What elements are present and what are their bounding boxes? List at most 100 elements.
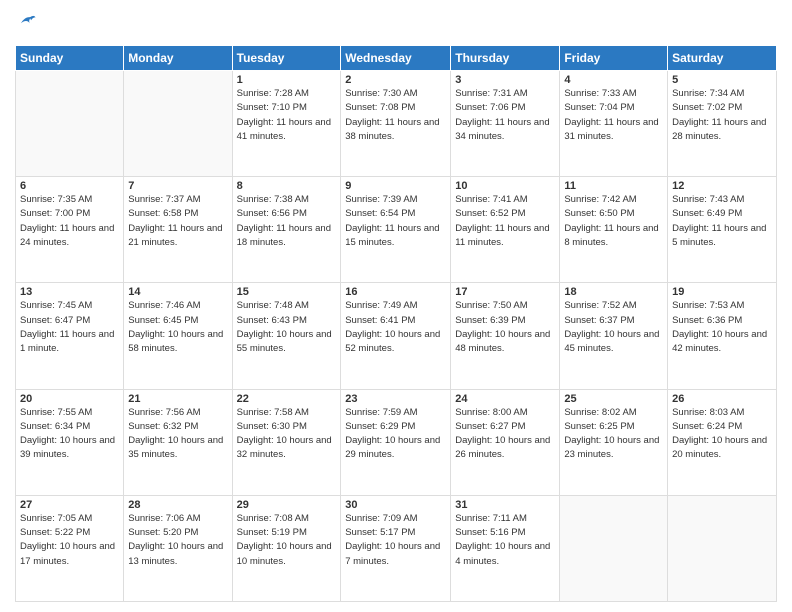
logo	[15, 10, 39, 37]
day-number: 15	[237, 286, 337, 298]
day-info: Sunrise: 7:11 AMSunset: 5:16 PMDaylight:…	[455, 512, 555, 569]
header-sunday: Sunday	[16, 46, 124, 71]
day-info: Sunrise: 7:39 AMSunset: 6:54 PMDaylight:…	[345, 193, 446, 250]
day-number: 25	[564, 393, 663, 405]
calendar-cell: 31Sunrise: 7:11 AMSunset: 5:16 PMDayligh…	[451, 495, 560, 601]
day-info: Sunrise: 7:30 AMSunset: 7:08 PMDaylight:…	[345, 87, 446, 144]
day-number: 18	[564, 286, 663, 298]
day-number: 11	[564, 180, 663, 192]
header-saturday: Saturday	[668, 46, 777, 71]
day-info: Sunrise: 7:34 AMSunset: 7:02 PMDaylight:…	[672, 87, 772, 144]
day-number: 20	[20, 393, 119, 405]
day-number: 9	[345, 180, 446, 192]
day-number: 23	[345, 393, 446, 405]
day-number: 19	[672, 286, 772, 298]
day-info: Sunrise: 7:42 AMSunset: 6:50 PMDaylight:…	[564, 193, 663, 250]
calendar-cell	[560, 495, 668, 601]
calendar-cell: 28Sunrise: 7:06 AMSunset: 5:20 PMDayligh…	[124, 495, 232, 601]
header-monday: Monday	[124, 46, 232, 71]
calendar-cell: 15Sunrise: 7:48 AMSunset: 6:43 PMDayligh…	[232, 283, 341, 389]
calendar-cell: 8Sunrise: 7:38 AMSunset: 6:56 PMDaylight…	[232, 177, 341, 283]
day-number: 2	[345, 74, 446, 86]
day-info: Sunrise: 7:59 AMSunset: 6:29 PMDaylight:…	[345, 406, 446, 463]
day-info: Sunrise: 7:49 AMSunset: 6:41 PMDaylight:…	[345, 299, 446, 356]
day-info: Sunrise: 7:05 AMSunset: 5:22 PMDaylight:…	[20, 512, 119, 569]
day-number: 27	[20, 499, 119, 511]
day-info: Sunrise: 7:06 AMSunset: 5:20 PMDaylight:…	[128, 512, 227, 569]
day-number: 26	[672, 393, 772, 405]
calendar-cell: 27Sunrise: 7:05 AMSunset: 5:22 PMDayligh…	[16, 495, 124, 601]
calendar-cell: 4Sunrise: 7:33 AMSunset: 7:04 PMDaylight…	[560, 71, 668, 177]
calendar-cell: 16Sunrise: 7:49 AMSunset: 6:41 PMDayligh…	[341, 283, 451, 389]
day-info: Sunrise: 7:41 AMSunset: 6:52 PMDaylight:…	[455, 193, 555, 250]
calendar-cell: 12Sunrise: 7:43 AMSunset: 6:49 PMDayligh…	[668, 177, 777, 283]
calendar-cell: 6Sunrise: 7:35 AMSunset: 7:00 PMDaylight…	[16, 177, 124, 283]
calendar-cell: 24Sunrise: 8:00 AMSunset: 6:27 PMDayligh…	[451, 389, 560, 495]
calendar-cell: 9Sunrise: 7:39 AMSunset: 6:54 PMDaylight…	[341, 177, 451, 283]
calendar-cell	[124, 71, 232, 177]
day-info: Sunrise: 7:09 AMSunset: 5:17 PMDaylight:…	[345, 512, 446, 569]
calendar-cell: 11Sunrise: 7:42 AMSunset: 6:50 PMDayligh…	[560, 177, 668, 283]
calendar-body: 1Sunrise: 7:28 AMSunset: 7:10 PMDaylight…	[16, 71, 777, 602]
week-row-0: 1Sunrise: 7:28 AMSunset: 7:10 PMDaylight…	[16, 71, 777, 177]
calendar-cell	[16, 71, 124, 177]
calendar-cell: 5Sunrise: 7:34 AMSunset: 7:02 PMDaylight…	[668, 71, 777, 177]
calendar-cell: 22Sunrise: 7:58 AMSunset: 6:30 PMDayligh…	[232, 389, 341, 495]
day-number: 21	[128, 393, 227, 405]
calendar-cell: 2Sunrise: 7:30 AMSunset: 7:08 PMDaylight…	[341, 71, 451, 177]
calendar-cell	[668, 495, 777, 601]
calendar-cell: 23Sunrise: 7:59 AMSunset: 6:29 PMDayligh…	[341, 389, 451, 495]
calendar: Sunday Monday Tuesday Wednesday Thursday…	[15, 45, 777, 602]
week-row-3: 20Sunrise: 7:55 AMSunset: 6:34 PMDayligh…	[16, 389, 777, 495]
calendar-cell: 1Sunrise: 7:28 AMSunset: 7:10 PMDaylight…	[232, 71, 341, 177]
calendar-cell: 7Sunrise: 7:37 AMSunset: 6:58 PMDaylight…	[124, 177, 232, 283]
day-number: 10	[455, 180, 555, 192]
calendar-cell: 13Sunrise: 7:45 AMSunset: 6:47 PMDayligh…	[16, 283, 124, 389]
calendar-cell: 29Sunrise: 7:08 AMSunset: 5:19 PMDayligh…	[232, 495, 341, 601]
day-number: 1	[237, 74, 337, 86]
day-info: Sunrise: 7:45 AMSunset: 6:47 PMDaylight:…	[20, 299, 119, 356]
day-info: Sunrise: 7:46 AMSunset: 6:45 PMDaylight:…	[128, 299, 227, 356]
day-info: Sunrise: 7:56 AMSunset: 6:32 PMDaylight:…	[128, 406, 227, 463]
day-number: 28	[128, 499, 227, 511]
calendar-cell: 26Sunrise: 8:03 AMSunset: 6:24 PMDayligh…	[668, 389, 777, 495]
day-number: 16	[345, 286, 446, 298]
week-row-2: 13Sunrise: 7:45 AMSunset: 6:47 PMDayligh…	[16, 283, 777, 389]
calendar-cell: 19Sunrise: 7:53 AMSunset: 6:36 PMDayligh…	[668, 283, 777, 389]
day-number: 13	[20, 286, 119, 298]
day-number: 5	[672, 74, 772, 86]
bird-icon	[15, 10, 37, 32]
calendar-cell: 30Sunrise: 7:09 AMSunset: 5:17 PMDayligh…	[341, 495, 451, 601]
day-info: Sunrise: 7:52 AMSunset: 6:37 PMDaylight:…	[564, 299, 663, 356]
day-number: 24	[455, 393, 555, 405]
day-number: 30	[345, 499, 446, 511]
day-info: Sunrise: 7:08 AMSunset: 5:19 PMDaylight:…	[237, 512, 337, 569]
calendar-cell: 14Sunrise: 7:46 AMSunset: 6:45 PMDayligh…	[124, 283, 232, 389]
day-number: 31	[455, 499, 555, 511]
week-row-4: 27Sunrise: 7:05 AMSunset: 5:22 PMDayligh…	[16, 495, 777, 601]
calendar-cell: 3Sunrise: 7:31 AMSunset: 7:06 PMDaylight…	[451, 71, 560, 177]
day-number: 4	[564, 74, 663, 86]
day-info: Sunrise: 7:48 AMSunset: 6:43 PMDaylight:…	[237, 299, 337, 356]
day-number: 17	[455, 286, 555, 298]
day-info: Sunrise: 7:50 AMSunset: 6:39 PMDaylight:…	[455, 299, 555, 356]
day-number: 8	[237, 180, 337, 192]
header-thursday: Thursday	[451, 46, 560, 71]
day-info: Sunrise: 7:43 AMSunset: 6:49 PMDaylight:…	[672, 193, 772, 250]
day-info: Sunrise: 7:38 AMSunset: 6:56 PMDaylight:…	[237, 193, 337, 250]
day-info: Sunrise: 7:58 AMSunset: 6:30 PMDaylight:…	[237, 406, 337, 463]
calendar-header: Sunday Monday Tuesday Wednesday Thursday…	[16, 46, 777, 71]
days-header-row: Sunday Monday Tuesday Wednesday Thursday…	[16, 46, 777, 71]
day-info: Sunrise: 8:02 AMSunset: 6:25 PMDaylight:…	[564, 406, 663, 463]
header-friday: Friday	[560, 46, 668, 71]
day-number: 12	[672, 180, 772, 192]
header-wednesday: Wednesday	[341, 46, 451, 71]
calendar-cell: 17Sunrise: 7:50 AMSunset: 6:39 PMDayligh…	[451, 283, 560, 389]
day-info: Sunrise: 7:28 AMSunset: 7:10 PMDaylight:…	[237, 87, 337, 144]
day-info: Sunrise: 7:37 AMSunset: 6:58 PMDaylight:…	[128, 193, 227, 250]
page: Sunday Monday Tuesday Wednesday Thursday…	[0, 0, 792, 612]
calendar-cell: 10Sunrise: 7:41 AMSunset: 6:52 PMDayligh…	[451, 177, 560, 283]
day-number: 6	[20, 180, 119, 192]
calendar-cell: 21Sunrise: 7:56 AMSunset: 6:32 PMDayligh…	[124, 389, 232, 495]
day-number: 7	[128, 180, 227, 192]
